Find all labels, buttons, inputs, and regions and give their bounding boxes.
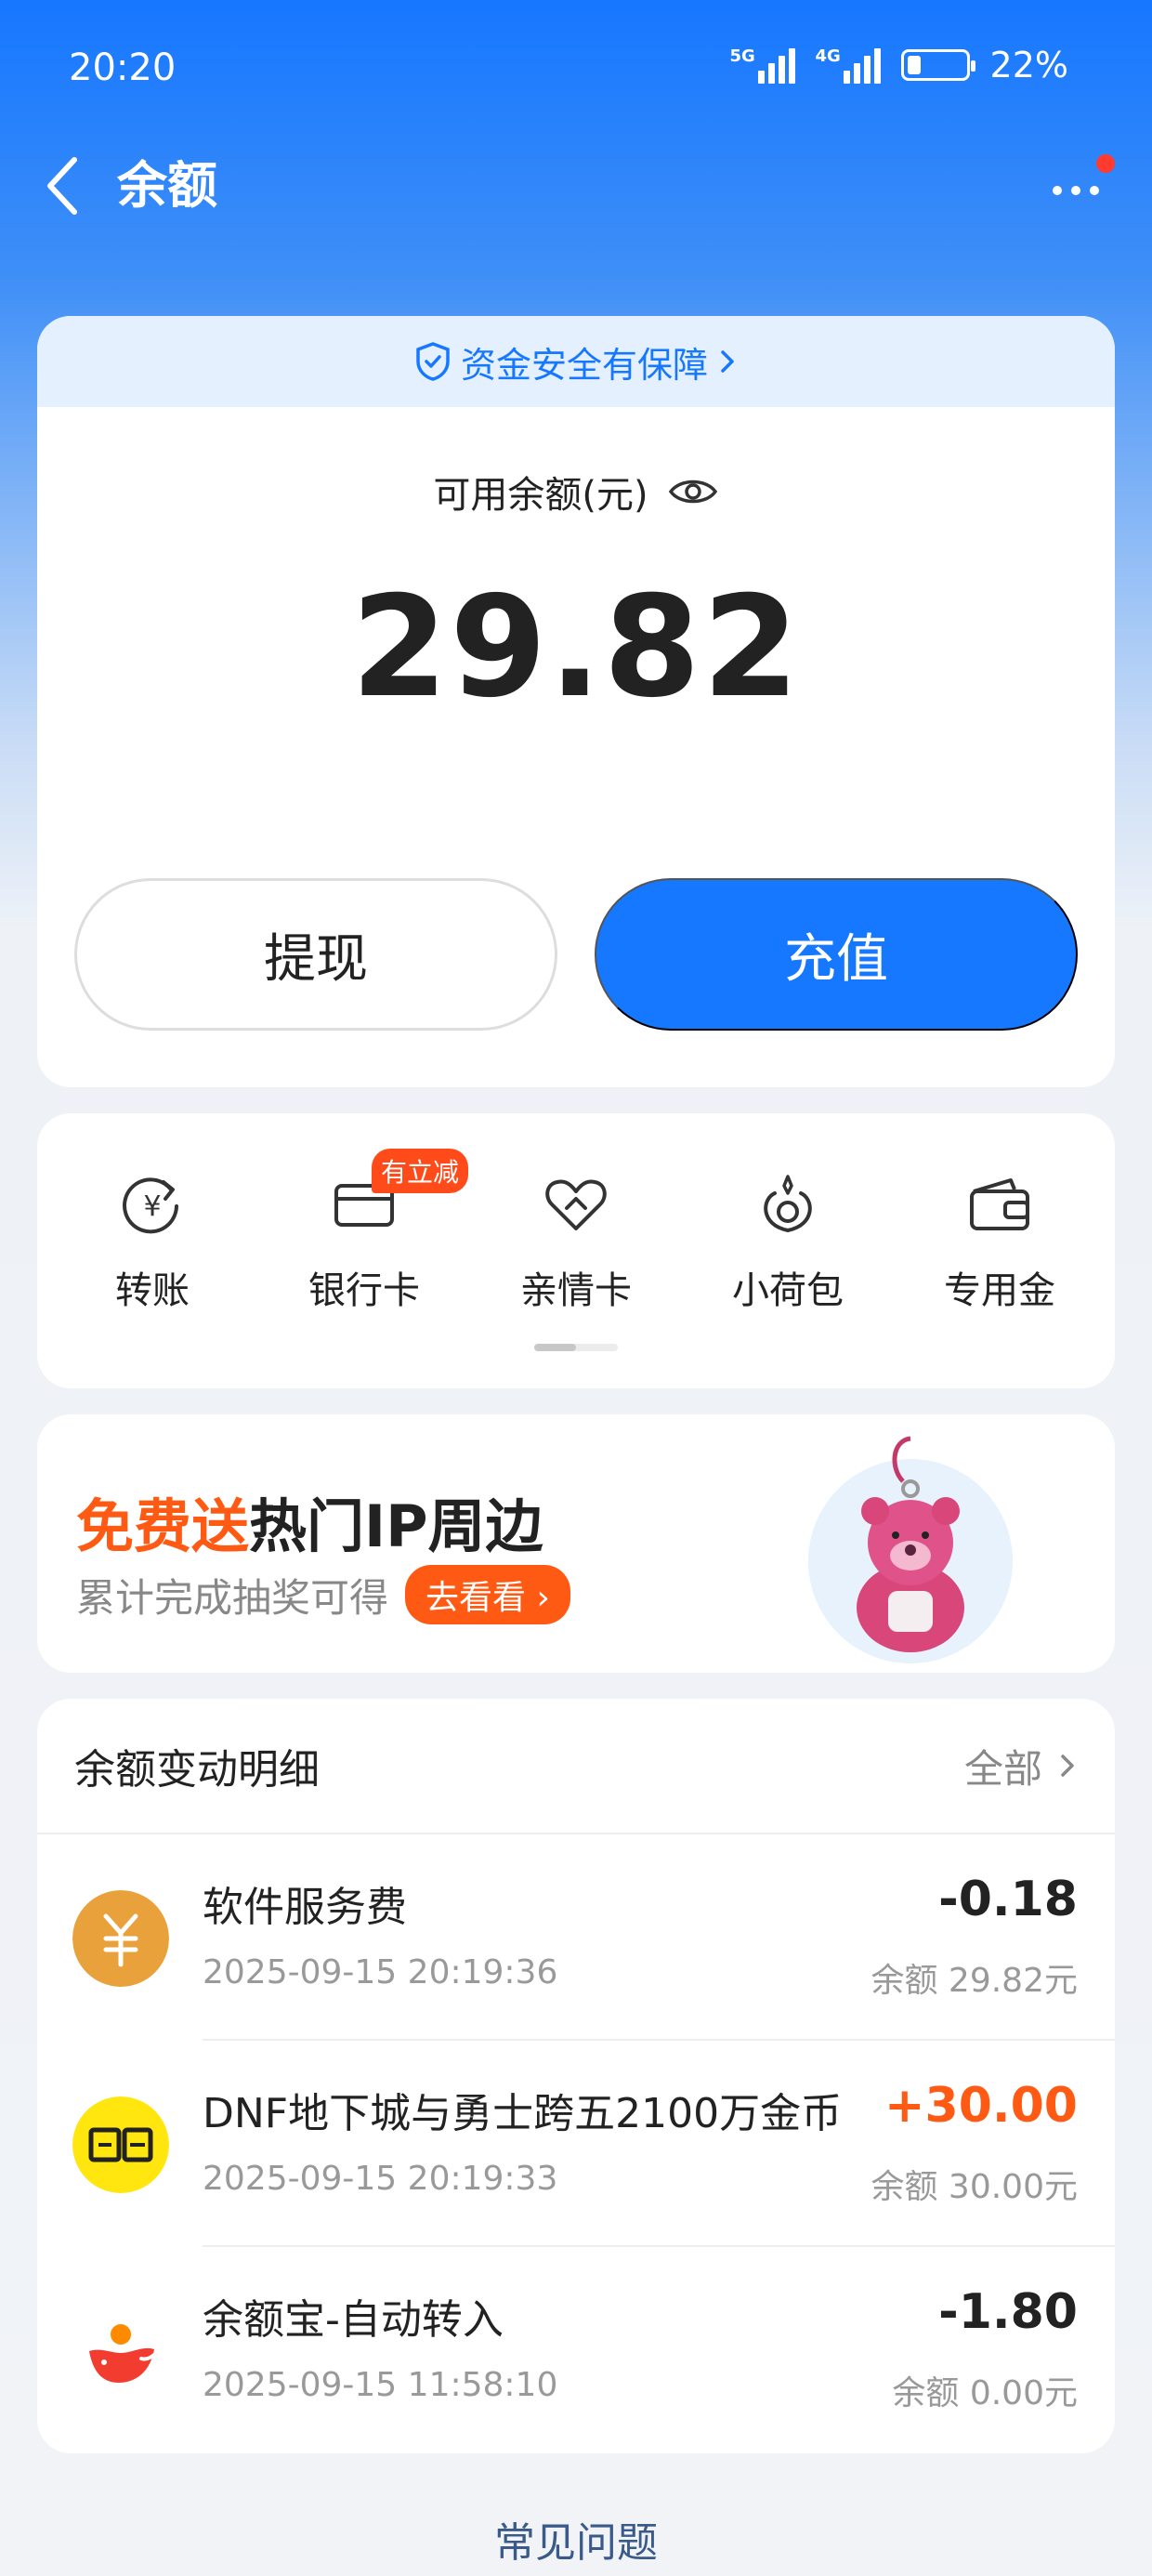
balance-label-row: 可用余额(元): [37, 465, 1115, 519]
transaction-name: DNF地下城与勇士跨五2100万金币: [203, 2090, 843, 2137]
balance-label: 可用余额(元): [433, 474, 648, 517]
promo-subtitle: 累计完成抽奖可得: [76, 1574, 389, 1621]
action-label: 银行卡: [308, 1269, 420, 1312]
chevron-left-icon[interactable]: [37, 149, 93, 223]
action-label: 小荷包: [732, 1269, 844, 1312]
balance-detail-card: 余额变动明细 全部 软件服务费 2025-09-15 20:19:36 -0.1…: [37, 1699, 1115, 2453]
discount-badge: 有立减: [372, 1149, 469, 1193]
promo-banner[interactable]: 免费送热门IP周边 累计完成抽奖可得 去看看 ›: [37, 1414, 1115, 1673]
view-all-label: 全部: [963, 1745, 1042, 1792]
transaction-amount: -1.80: [938, 2284, 1078, 2340]
transaction-amount: -0.18: [938, 1872, 1078, 1927]
balance-amount: 29.82: [350, 567, 802, 729]
action-transfer[interactable]: ¥ 转账: [59, 1169, 245, 1314]
promo-title-rest: 热门IP周边: [249, 1492, 543, 1560]
safety-text: 资金安全有保障: [460, 344, 708, 386]
view-all-link[interactable]: 全部: [964, 1738, 1078, 1794]
chevron-right-icon: [1061, 1755, 1074, 1777]
eye-icon[interactable]: [667, 473, 719, 510]
promo-cta-label: 去看看: [425, 1579, 527, 1617]
transaction-time: 2025-09-15 20:19:33: [203, 2160, 558, 2198]
transaction-time: 2025-09-15 20:19:36: [203, 1953, 558, 1991]
promo-title: 免费送热门IP周边: [76, 1479, 543, 1563]
battery-percent: 22%: [989, 45, 1068, 85]
transaction-name: 余额宝-自动转入: [203, 2296, 504, 2344]
transaction-row[interactable]: 软件服务费 2025-09-15 20:19:36 -0.18 余额 29.82…: [37, 1834, 1115, 2041]
transaction-row[interactable]: DNF地下城与勇士跨五2100万金币 2025-09-15 20:19:33 +…: [37, 2041, 1115, 2247]
wallet-icon: [970, 1178, 1029, 1230]
transaction-balance: 余额 0.00元: [892, 2374, 1078, 2412]
transaction-balance: 余额 30.00元: [871, 2168, 1078, 2206]
shield-check-icon: [416, 342, 450, 381]
action-family-card[interactable]: 亲情卡: [483, 1169, 669, 1314]
promo-subtitle-row: 累计完成抽奖可得 去看看 ›: [76, 1565, 570, 1624]
safety-banner[interactable]: 资金安全有保障: [37, 316, 1115, 407]
action-bank-card[interactable]: 有立减 银行卡: [271, 1149, 469, 1314]
detail-title: 余额变动明细: [74, 1746, 320, 1794]
pouch-icon: [764, 1175, 812, 1233]
withdraw-button[interactable]: 提现: [74, 878, 557, 1031]
signal-4g-icon: 4G: [816, 46, 881, 84]
status-bar: 20:20 5G 4G 22%: [0, 0, 1152, 139]
quick-actions-card: ¥ 转账 有立减 银行卡 亲情卡 小荷包 专用金: [37, 1113, 1115, 1388]
network-5g-label: 5G: [729, 46, 755, 66]
xianyu-logo-icon: [72, 2096, 169, 2193]
recharge-button[interactable]: 充值: [595, 878, 1078, 1031]
transaction-time: 2025-09-15 11:58:10: [203, 2366, 558, 2404]
promo-title-highlight: 免费送: [76, 1492, 250, 1560]
page-title: 余额: [117, 156, 217, 215]
bear-keychain-image: [808, 1436, 1013, 1663]
faq-link[interactable]: 常见问题: [0, 2509, 1152, 2569]
transaction-row[interactable]: 余额宝-自动转入 2025-09-15 11:58:10 -1.80 余额 0.…: [37, 2247, 1115, 2453]
action-label: 专用金: [944, 1269, 1055, 1312]
transfer-icon: ¥: [123, 1177, 178, 1234]
promo-cta-button[interactable]: 去看看 ›: [405, 1565, 570, 1624]
transaction-balance: 余额 29.82元: [871, 1962, 1078, 2000]
chevron-right-icon: [721, 350, 734, 373]
signal-5g-icon: 5G: [730, 46, 795, 84]
balance-card: 资金安全有保障 可用余额(元) 29.82 提现 充值: [37, 316, 1115, 1087]
more-dots-icon[interactable]: [1041, 149, 1115, 223]
action-label: 亲情卡: [520, 1269, 632, 1312]
yuan-coin-icon: [72, 1890, 169, 1987]
transaction-amount: +30.00: [884, 2078, 1078, 2134]
battery-icon: [900, 49, 975, 81]
scroll-indicator: [534, 1344, 618, 1351]
family-card-icon: [545, 1179, 607, 1230]
action-label: 转账: [115, 1269, 190, 1312]
action-special-fund[interactable]: 专用金: [907, 1169, 1093, 1314]
nav-bar: 余额: [0, 139, 1152, 260]
action-pouch[interactable]: 小荷包: [695, 1169, 881, 1314]
yuebao-logo-icon: [72, 2303, 169, 2399]
transaction-name: 软件服务费: [203, 1884, 407, 1931]
status-icons: 5G 4G 22%: [730, 45, 1068, 85]
status-time: 20:20: [69, 46, 177, 89]
detail-header: 余额变动明细 全部: [37, 1699, 1115, 1834]
network-4g-label: 4G: [815, 46, 841, 66]
svg-text:¥: ¥: [143, 1190, 161, 1223]
